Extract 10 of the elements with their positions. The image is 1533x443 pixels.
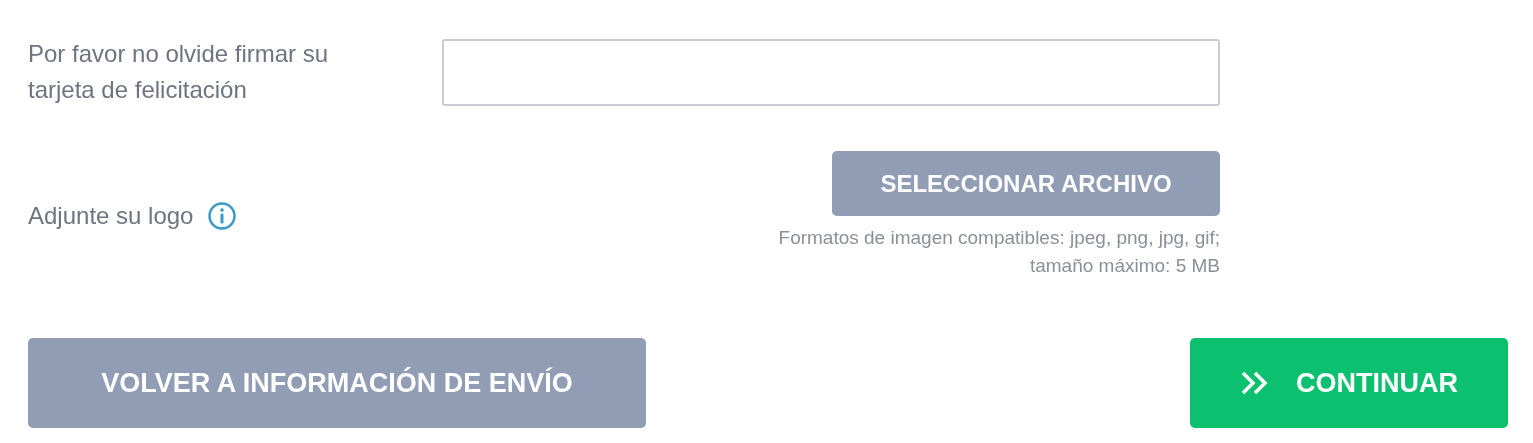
field-label: Por favor no olvide firmar su tarjeta de felicitación: [28, 39, 330, 105]
field-label: Adjunte su logo: [28, 200, 194, 231]
hint-text: Formatos de imagen compatibles: jpeg, png, jpg, gif;: [778, 226, 1220, 250]
back-button[interactable]: VOLVER A INFORMACIÓN DE ENVÍO: [28, 338, 646, 428]
info-icon[interactable]: [207, 200, 238, 231]
input-field[interactable]: [442, 38, 1220, 106]
select-file-button[interactable]: SELECCIONAR ARCHIVO: [832, 151, 1220, 216]
hint-text: tamaño máximo: 5 MB: [1029, 254, 1220, 278]
double-chevron-icon: [1240, 371, 1270, 395]
continue-button[interactable]: CONTINUAR: [1190, 338, 1508, 428]
